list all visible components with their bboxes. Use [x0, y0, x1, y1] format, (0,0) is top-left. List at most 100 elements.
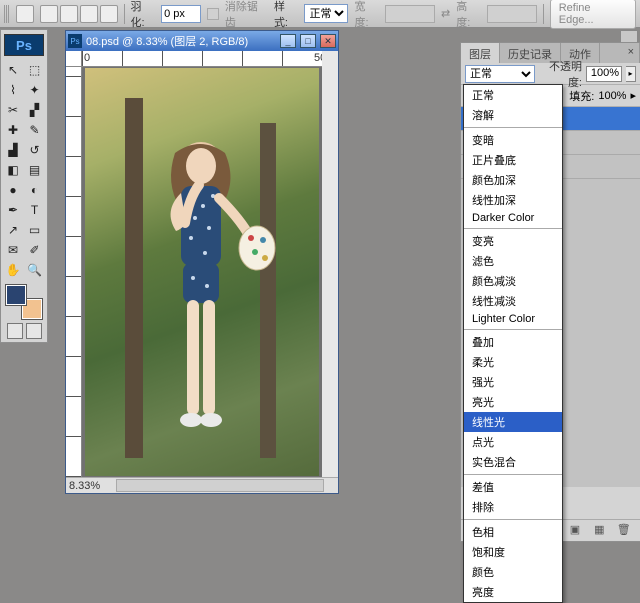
- pen-tool-icon[interactable]: ✒: [3, 200, 23, 219]
- blend-option[interactable]: 变暗: [464, 130, 562, 150]
- new-layer-icon[interactable]: ▦: [591, 523, 607, 539]
- feather-label: 羽化:: [131, 0, 156, 30]
- blend-option[interactable]: 线性加深: [464, 190, 562, 210]
- canvas[interactable]: [82, 67, 322, 477]
- brush-tool-icon[interactable]: ✎: [25, 120, 45, 139]
- folder-icon[interactable]: ▣: [567, 523, 583, 539]
- lasso-tool-icon[interactable]: ⌇: [3, 80, 23, 99]
- fill-arrow-icon[interactable]: ▸: [630, 89, 636, 102]
- move-tool-icon[interactable]: ↖: [3, 60, 23, 79]
- path-tool-icon[interactable]: ↗: [3, 220, 23, 239]
- blend-row: 正常 不透明度: 100% ▸: [461, 63, 640, 85]
- h-scrollbar[interactable]: [116, 479, 324, 492]
- feather-input[interactable]: [161, 5, 201, 23]
- eraser-tool-icon[interactable]: ◧: [3, 160, 23, 179]
- crop-tool-icon[interactable]: ✂: [3, 100, 23, 119]
- blend-option[interactable]: 变亮: [464, 231, 562, 251]
- blend-mode-select[interactable]: 正常: [465, 65, 535, 83]
- wand-tool-icon[interactable]: ✦: [25, 80, 45, 99]
- width-input: [385, 5, 435, 23]
- shape-tool-icon[interactable]: ▭: [25, 220, 45, 239]
- selection-new-icon[interactable]: [16, 5, 34, 23]
- blend-option[interactable]: 颜色加深: [464, 170, 562, 190]
- titlebar[interactable]: Ps 08.psd @ 8.33% (图层 2, RGB/8) _ □ ✕: [66, 31, 338, 51]
- marquee-tool-icon[interactable]: ⬚: [25, 60, 45, 79]
- tab-layers[interactable]: 图层: [461, 43, 500, 63]
- status-bar: 8.33%: [66, 477, 338, 493]
- ruler-mark: 0: [84, 52, 90, 64]
- selection-intersect-icon[interactable]: [80, 5, 98, 23]
- zoom-tool-icon[interactable]: 🔍: [25, 260, 45, 279]
- opacity-arrow-icon[interactable]: ▸: [626, 66, 636, 82]
- height-input: [487, 5, 537, 23]
- blend-option[interactable]: 正片叠底: [464, 150, 562, 170]
- refine-edge-button[interactable]: Refine Edge...: [550, 0, 636, 29]
- selection-subtract-icon[interactable]: [60, 5, 78, 23]
- dodge-tool-icon[interactable]: ◐: [25, 180, 45, 199]
- blend-option[interactable]: 滤色: [464, 251, 562, 271]
- width-label: 宽度:: [354, 0, 379, 30]
- antialias-label: 消除锯齿: [225, 0, 268, 30]
- doc-icon: Ps: [68, 34, 82, 48]
- blend-option[interactable]: 饱和度: [464, 542, 562, 562]
- doc-title: 08.psd @ 8.33% (图层 2, RGB/8): [86, 33, 276, 49]
- opacity-value[interactable]: 100%: [586, 66, 622, 82]
- blend-option[interactable]: 柔光: [464, 352, 562, 372]
- ps-logo-icon: Ps: [4, 34, 44, 56]
- zoom-field[interactable]: 8.33%: [66, 480, 114, 492]
- blend-option[interactable]: 强光: [464, 372, 562, 392]
- selection-overlap-icon[interactable]: [100, 5, 118, 23]
- ruler-mark: 50: [314, 52, 322, 64]
- blend-option[interactable]: 差值: [464, 477, 562, 497]
- eyedrop-tool-icon[interactable]: ✐: [25, 240, 45, 259]
- ruler-vertical[interactable]: [66, 67, 82, 477]
- style-label: 样式:: [274, 0, 299, 30]
- blend-option[interactable]: Lighter Color: [464, 311, 562, 327]
- blend-option[interactable]: 正常: [464, 85, 562, 105]
- options-bar: 羽化: 消除锯齿 样式: 正常 宽度: ⇄ 高度: Refine Edge...: [0, 0, 640, 28]
- blend-option[interactable]: 排除: [464, 497, 562, 517]
- type-tool-icon[interactable]: T: [25, 200, 45, 219]
- blend-option[interactable]: 叠加: [464, 332, 562, 352]
- heal-tool-icon[interactable]: ✚: [3, 120, 23, 139]
- blend-option[interactable]: 颜色: [464, 562, 562, 582]
- panel-close-icon[interactable]: ×: [623, 43, 640, 63]
- blend-option[interactable]: 色相: [464, 522, 562, 542]
- selection-add-icon[interactable]: [40, 5, 58, 23]
- gradient-tool-icon[interactable]: ▤: [25, 160, 45, 179]
- image-content: [85, 68, 319, 476]
- blend-option[interactable]: 点光: [464, 432, 562, 452]
- grip-icon[interactable]: [4, 5, 10, 23]
- trash-icon[interactable]: 🗑: [616, 523, 632, 539]
- foreground-color[interactable]: [6, 285, 26, 305]
- hand-tool-icon[interactable]: ✋: [3, 260, 23, 279]
- maximize-button[interactable]: □: [300, 34, 316, 48]
- link-wh-icon: ⇄: [441, 7, 450, 20]
- quickmask-mode-icon[interactable]: [26, 323, 42, 339]
- history-brush-icon[interactable]: ↺: [25, 140, 45, 159]
- blend-option[interactable]: 线性减淡: [464, 291, 562, 311]
- blur-tool-icon[interactable]: ●: [3, 180, 23, 199]
- color-swatch[interactable]: [4, 285, 44, 319]
- blend-option[interactable]: 亮光: [464, 392, 562, 412]
- blend-option[interactable]: 亮度: [464, 582, 562, 602]
- ruler-horizontal[interactable]: 0 50: [82, 51, 322, 67]
- blend-option[interactable]: 线性光: [464, 412, 562, 432]
- blend-mode-dropdown[interactable]: 正常溶解变暗正片叠底颜色加深线性加深Darker Color变亮滤色颜色减淡线性…: [463, 84, 563, 603]
- style-select[interactable]: 正常: [304, 4, 348, 23]
- close-button[interactable]: ✕: [320, 34, 336, 48]
- blend-option[interactable]: 溶解: [464, 105, 562, 125]
- stamp-tool-icon[interactable]: ▟: [3, 140, 23, 159]
- notes-tool-icon[interactable]: ✉: [3, 240, 23, 259]
- blend-option[interactable]: Darker Color: [464, 210, 562, 226]
- slice-tool-icon[interactable]: ▞: [25, 100, 45, 119]
- ruler-corner: [66, 51, 82, 67]
- document-window: Ps 08.psd @ 8.33% (图层 2, RGB/8) _ □ ✕ 0 …: [65, 30, 339, 494]
- blend-option[interactable]: 实色混合: [464, 452, 562, 472]
- blend-option[interactable]: 颜色减淡: [464, 271, 562, 291]
- standard-mode-icon[interactable]: [7, 323, 23, 339]
- height-label: 高度:: [456, 0, 481, 30]
- minimize-button[interactable]: _: [280, 34, 296, 48]
- selection-mode-group: [40, 5, 118, 23]
- fill-value[interactable]: 100%: [598, 90, 626, 102]
